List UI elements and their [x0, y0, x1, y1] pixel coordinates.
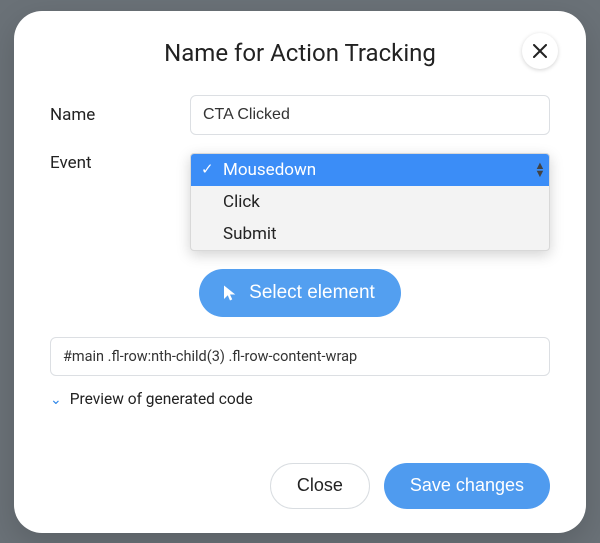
event-option-submit[interactable]: Submit — [191, 218, 549, 250]
dialog-title: Name for Action Tracking — [50, 39, 550, 67]
select-element-row: Select element — [50, 269, 550, 317]
updown-arrows-icon: ▲ ▼ — [533, 160, 547, 180]
preview-label: Preview of generated code — [70, 390, 253, 408]
event-option-mousedown[interactable]: Mousedown — [191, 154, 549, 186]
select-element-button[interactable]: Select element — [199, 269, 401, 317]
close-icon — [533, 44, 547, 58]
close-button[interactable]: Close — [270, 463, 370, 509]
selector-input[interactable]: #main .fl-row:nth-child(3) .fl-row-conte… — [50, 337, 550, 376]
name-label: Name — [50, 105, 190, 125]
select-element-label: Select element — [249, 282, 375, 304]
cursor-icon — [221, 284, 239, 302]
save-button[interactable]: Save changes — [384, 463, 550, 509]
preview-toggle[interactable]: ⌄ Preview of generated code — [50, 390, 550, 408]
event-dropdown-list: Mousedown Click Submit ▲ ▼ — [190, 153, 550, 251]
modal-backdrop: Name for Action Tracking Name Event Mous… — [0, 0, 600, 543]
event-label: Event — [50, 153, 190, 173]
close-icon-button[interactable] — [522, 33, 558, 69]
event-row: Event Mousedown Click Submit ▲ ▼ — [50, 153, 550, 251]
chevron-down-icon: ⌄ — [50, 392, 62, 408]
name-row: Name — [50, 95, 550, 135]
event-dropdown[interactable]: Mousedown Click Submit ▲ ▼ — [190, 153, 550, 251]
dialog-footer: Close Save changes — [270, 463, 550, 509]
name-input[interactable] — [190, 95, 550, 135]
dialog: Name for Action Tracking Name Event Mous… — [14, 11, 586, 533]
event-option-click[interactable]: Click — [191, 186, 549, 218]
